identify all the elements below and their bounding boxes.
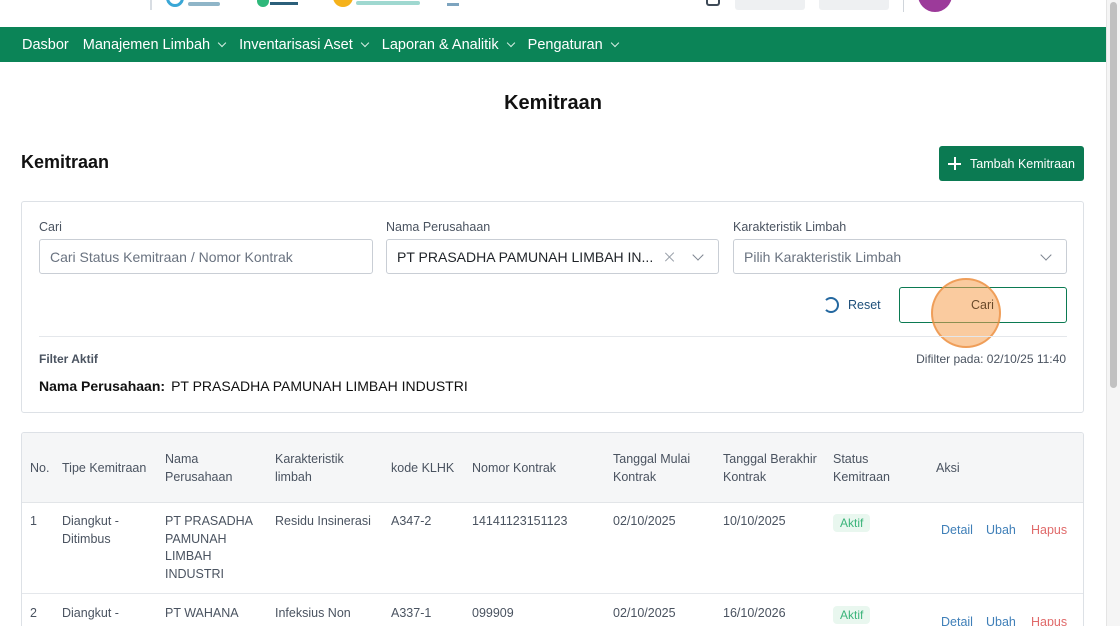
nav-item-label: Manajemen Limbah [82, 36, 211, 53]
cell-klhk: A337-1 [391, 606, 432, 620]
cell-mulai: 02/10/2025 [613, 514, 676, 528]
click-indicator [931, 278, 1001, 348]
col-no: No. [30, 461, 50, 475]
active-filter-value: PT PRASADHA PAMUNAH LIMBAH INDUSTRI [171, 378, 468, 394]
section-title: Kemitraan [21, 152, 110, 172]
delete-link[interactable]: Hapus [1031, 523, 1067, 537]
logo-divider [150, 0, 152, 10]
add-partnership-button[interactable]: Tambah Kemitraan [939, 146, 1084, 181]
search-input[interactable]: Cari Status Kemitraan / Nomor Kontrak [39, 239, 373, 274]
nav-item-inventarisasi-aset[interactable]: Inventarisasi Aset [239, 36, 370, 53]
partnership-table: No. Tipe Kemitraan Nama Perusahaan Karak… [21, 432, 1084, 626]
refresh-icon [823, 297, 839, 313]
chevron-down-icon [217, 38, 227, 47]
chevron-down-icon [360, 38, 370, 47]
chevron-down-icon [1040, 249, 1052, 261]
reset-label: Reset [848, 298, 881, 312]
status-badge: Aktif [833, 606, 871, 624]
partner-logo-4-icon [447, 3, 459, 6]
chevron-down-icon [506, 38, 515, 47]
filtered-at-text: Difilter pada: 02/10/25 11:40 [916, 352, 1066, 366]
header-divider [903, 0, 904, 12]
divider [39, 336, 1067, 337]
detail-link[interactable]: Detail [941, 615, 973, 626]
active-filter-key: Nama Perusahaan: [39, 378, 166, 394]
reset-button[interactable]: Reset [823, 297, 881, 313]
user-avatar[interactable] [918, 0, 952, 12]
nav-item-dasbor[interactable]: Dasbor [22, 37, 69, 53]
nav-item-laporan-analitik[interactable]: Laporan & Analitik [381, 36, 515, 53]
chevron-down-icon [692, 249, 704, 261]
company-select[interactable]: PT PRASADHA PAMUNAH LIMBAH IN... [386, 239, 719, 274]
nav-item-pengaturan[interactable]: Pengaturan [527, 36, 619, 53]
filter-panel: Cari Cari Status Kemitraan / Nomor Kontr… [21, 201, 1084, 413]
chevron-down-icon [610, 38, 619, 47]
row-divider [22, 593, 1083, 594]
col-kontrak: Nomor Kontrak [472, 461, 557, 475]
col-tipe: Tipe Kemitraan [62, 461, 147, 475]
notification-icon[interactable] [706, 0, 720, 6]
cell-klhk: A347-2 [391, 514, 432, 528]
top-header [0, 0, 1106, 27]
company-selected-value: PT PRASADHA PAMUNAH LIMBAH IN... [397, 248, 652, 265]
edit-link[interactable]: Ubah [986, 615, 1016, 626]
partner-logo-2-icon [257, 0, 269, 7]
detail-link[interactable]: Detail [941, 523, 973, 537]
waste-label: Karakteristik Limbah [733, 220, 847, 234]
page-title: Kemitraan [504, 92, 602, 114]
search-button-label: Cari [971, 298, 994, 312]
scrollbar-thumb[interactable] [1110, 2, 1117, 388]
cell-no: 2 [30, 606, 37, 620]
cell-nama: PT PRASADHA PAMUNAH LIMBAH INDUSTRI [165, 514, 253, 581]
clear-icon[interactable] [664, 251, 676, 263]
partner-logo-3-icon [333, 0, 353, 7]
cell-kontrak: 14141123151123 [472, 514, 568, 528]
cell-nama: PT WAHANA [165, 606, 239, 620]
nav-item-label: Dasbor [22, 36, 69, 53]
col-klhk: kode KLHK [391, 461, 455, 475]
delete-link[interactable]: Hapus [1031, 615, 1067, 626]
col-nama: Nama Perusahaan [165, 452, 233, 484]
cell-berakhir: 16/10/2026 [723, 606, 786, 620]
cell-tipe: Diangkut - Ditimbus [62, 514, 119, 546]
active-filter-title: Filter Aktif [39, 352, 98, 366]
header-button-1[interactable] [735, 0, 805, 10]
table-header: No. Tipe Kemitraan Nama Perusahaan Karak… [22, 433, 1083, 503]
col-aksi: Aksi [936, 461, 960, 475]
col-berakhir: Tanggal Berakhir Kontrak [723, 452, 817, 484]
nav-item-label: Laporan & Analitik [381, 36, 499, 53]
cell-karakteristik: Residu Insinerasi [275, 514, 371, 528]
nav-item-label: Pengaturan [527, 36, 603, 53]
nav-item-manajemen-limbah[interactable]: Manajemen Limbah [82, 36, 227, 53]
plus-icon [948, 157, 962, 170]
cell-mulai: 02/10/2025 [613, 606, 676, 620]
partner-logo-2-wordmark [270, 2, 298, 5]
col-karakteristik: Karakteristik limbah [275, 452, 344, 484]
col-status: Status Kemitraan [833, 452, 890, 484]
cell-karakteristik: Infeksius Non [275, 606, 351, 620]
active-filter-item: Nama Perusahaan: PT PRASADHA PAMUNAH LIMB… [39, 378, 468, 394]
cell-tipe: Diangkut - [62, 606, 119, 620]
search-label: Cari [39, 220, 62, 234]
header-button-2[interactable] [819, 0, 889, 10]
search-placeholder: Cari Status Kemitraan / Nomor Kontrak [50, 248, 293, 265]
partner-logo-1-icon [166, 0, 184, 7]
add-partnership-label: Tambah Kemitraan [970, 156, 1075, 171]
page-scrollbar[interactable] [1106, 0, 1120, 626]
cell-no: 1 [30, 514, 37, 528]
cell-berakhir: 10/10/2025 [723, 514, 786, 528]
partner-logo-1-wordmark [188, 2, 220, 6]
nav-item-label: Inventarisasi Aset [239, 36, 353, 53]
edit-link[interactable]: Ubah [986, 523, 1016, 537]
company-label: Nama Perusahaan [386, 220, 491, 234]
main-nav: Dasbor Manajemen Limbah Inventarisasi As… [0, 27, 1106, 62]
cell-kontrak: 099909 [472, 606, 514, 620]
status-badge: Aktif [833, 514, 871, 532]
partner-logo-3-wordmark [356, 1, 420, 5]
col-mulai: Tanggal Mulai Kontrak [613, 452, 691, 484]
waste-select[interactable]: Pilih Karakteristik Limbah [733, 239, 1067, 274]
waste-placeholder: Pilih Karakteristik Limbah [744, 248, 902, 265]
